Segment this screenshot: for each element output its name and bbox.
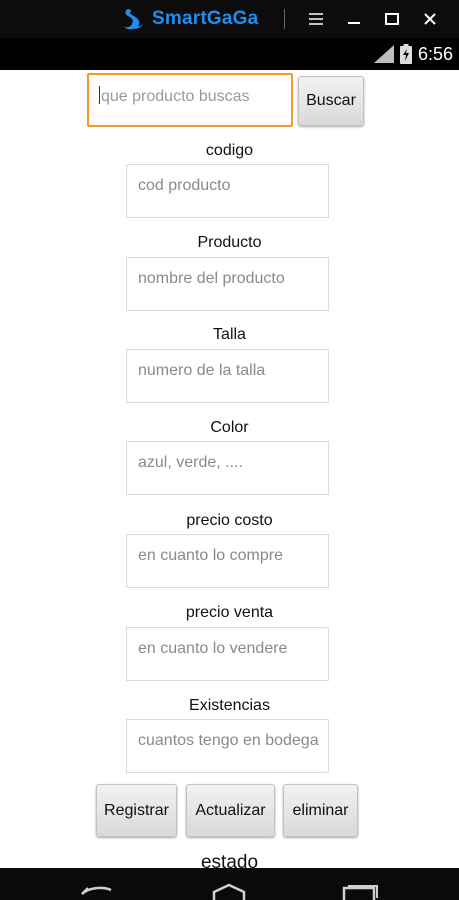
text-cursor — [99, 86, 100, 104]
maximize-icon — [385, 13, 399, 25]
minimize-icon — [348, 22, 360, 24]
existencias-input[interactable]: cuantos tengo en bodega — [126, 719, 329, 773]
navigation-bar — [0, 868, 459, 900]
registrar-button[interactable]: Registrar — [96, 784, 177, 837]
producto-input[interactable]: nombre del producto — [126, 257, 329, 311]
back-icon[interactable] — [78, 882, 114, 900]
codigo-input[interactable]: cod producto — [126, 164, 329, 218]
color-input[interactable]: azul, verde, .... — [126, 441, 329, 495]
menu-button[interactable] — [297, 4, 335, 34]
maximize-button[interactable] — [373, 4, 411, 34]
minimize-button[interactable] — [335, 4, 373, 34]
recent-apps-icon[interactable] — [342, 882, 378, 900]
talla-input[interactable]: numero de la talla — [126, 349, 329, 403]
precio-costo-label: precio costo — [186, 512, 273, 529]
battery-charging-icon — [399, 44, 412, 64]
precio-venta-label: precio venta — [185, 604, 274, 621]
brand-name: SmartGaGa — [152, 8, 259, 29]
codigo-label: codigo — [205, 142, 254, 159]
search-input[interactable]: que producto buscas — [87, 73, 293, 127]
color-label: Color — [210, 419, 249, 436]
status-time: 6:56 — [417, 43, 453, 64]
home-icon[interactable] — [211, 882, 247, 900]
existencias-label: Existencias — [189, 697, 270, 714]
swan-logo-icon — [123, 9, 143, 30]
search-placeholder: que producto buscas — [101, 88, 250, 105]
signal-icon — [373, 45, 394, 63]
precio-costo-input[interactable]: en cuanto lo compre — [126, 534, 329, 588]
menu-icon — [309, 13, 323, 25]
search-button[interactable]: Buscar — [298, 76, 364, 126]
title-divider — [284, 9, 285, 29]
talla-label: Talla — [213, 326, 246, 343]
precio-venta-input[interactable]: en cuanto lo vendere — [126, 627, 329, 681]
actualizar-button[interactable]: Actualizar — [186, 784, 275, 837]
emulator-title-bar: SmartGaGa — [0, 0, 459, 38]
app-content: que producto buscas Buscar codigo cod pr… — [0, 70, 459, 873]
producto-label: Producto — [197, 234, 262, 251]
close-button[interactable] — [411, 4, 449, 34]
close-icon — [424, 13, 436, 25]
eliminar-button[interactable]: eliminar — [283, 784, 358, 837]
emulator-brand: SmartGaGa — [120, 5, 258, 33]
status-bar: 6:56 — [0, 38, 459, 70]
